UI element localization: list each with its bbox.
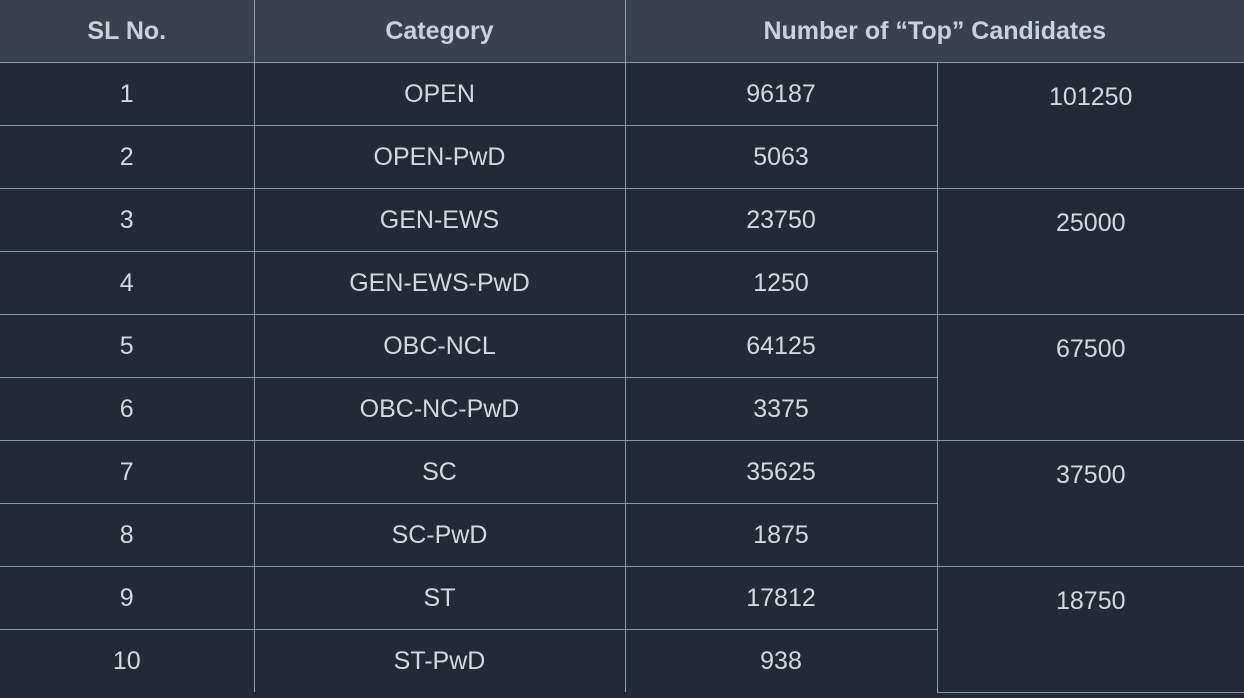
top-candidates-table: SL No. Category Number of “Top” Candidat… bbox=[0, 0, 1244, 693]
count-cell: 35625 bbox=[624, 440, 938, 504]
header-top-candidates: Number of “Top” Candidates bbox=[624, 0, 1244, 63]
table-row: 7 SC 35625 37500 bbox=[0, 440, 1244, 567]
count-cell: 5063 bbox=[624, 125, 937, 189]
count-cell: 64125 bbox=[624, 314, 938, 378]
group-total-cell: 37500 bbox=[936, 440, 1244, 567]
category-cell: SC-PwD bbox=[253, 503, 626, 567]
category-cell: OPEN bbox=[253, 62, 626, 126]
sl-no-cell: 1 bbox=[0, 62, 255, 126]
category-cell: SC bbox=[253, 440, 626, 504]
group-total-cell: 67500 bbox=[936, 314, 1244, 441]
table-row: 1 OPEN 96187 101250 bbox=[0, 62, 1244, 189]
table-row: 3 GEN-EWS 23750 25000 bbox=[0, 188, 1244, 315]
category-cell: OBC-NC-PwD bbox=[253, 377, 626, 441]
category-cell: OPEN-PwD bbox=[253, 125, 626, 189]
sl-no-cell: 5 bbox=[0, 314, 255, 378]
category-cell: GEN-EWS-PwD bbox=[253, 251, 626, 315]
sl-no-cell: 9 bbox=[0, 566, 255, 630]
sl-no-cell: 4 bbox=[0, 251, 255, 315]
sl-no-cell: 7 bbox=[0, 440, 255, 504]
count-cell: 17812 bbox=[624, 566, 938, 630]
count-cell: 96187 bbox=[624, 62, 938, 126]
group-total-cell: 101250 bbox=[936, 62, 1244, 189]
category-cell: GEN-EWS bbox=[253, 188, 626, 252]
count-cell: 1250 bbox=[624, 251, 937, 315]
table-row: 9 ST 17812 18750 bbox=[0, 566, 1244, 693]
count-cell: 938 bbox=[624, 629, 937, 692]
sl-no-cell: 3 bbox=[0, 188, 255, 252]
count-cell: 3375 bbox=[624, 377, 937, 441]
sl-no-cell: 2 bbox=[0, 125, 255, 189]
table-row: 5 OBC-NCL 64125 67500 bbox=[0, 314, 1244, 441]
sl-no-cell: 10 bbox=[0, 629, 255, 692]
sl-no-cell: 6 bbox=[0, 377, 255, 441]
header-sl-no: SL No. bbox=[0, 0, 255, 63]
header-category: Category bbox=[253, 0, 626, 63]
category-cell: ST bbox=[253, 566, 626, 630]
count-cell: 23750 bbox=[624, 188, 938, 252]
table-header: SL No. Category Number of “Top” Candidat… bbox=[0, 0, 1244, 63]
header-row: SL No. Category Number of “Top” Candidat… bbox=[0, 0, 1244, 63]
table-body: 1 OPEN 96187 101250 2 OPEN-PwD 5063 3 GE… bbox=[0, 62, 1244, 693]
group-total-cell: 25000 bbox=[936, 188, 1244, 315]
group-total-cell: 18750 bbox=[936, 566, 1244, 693]
count-cell: 1875 bbox=[624, 503, 937, 567]
category-cell: OBC-NCL bbox=[253, 314, 626, 378]
sl-no-cell: 8 bbox=[0, 503, 255, 567]
category-cell: ST-PwD bbox=[253, 629, 626, 692]
